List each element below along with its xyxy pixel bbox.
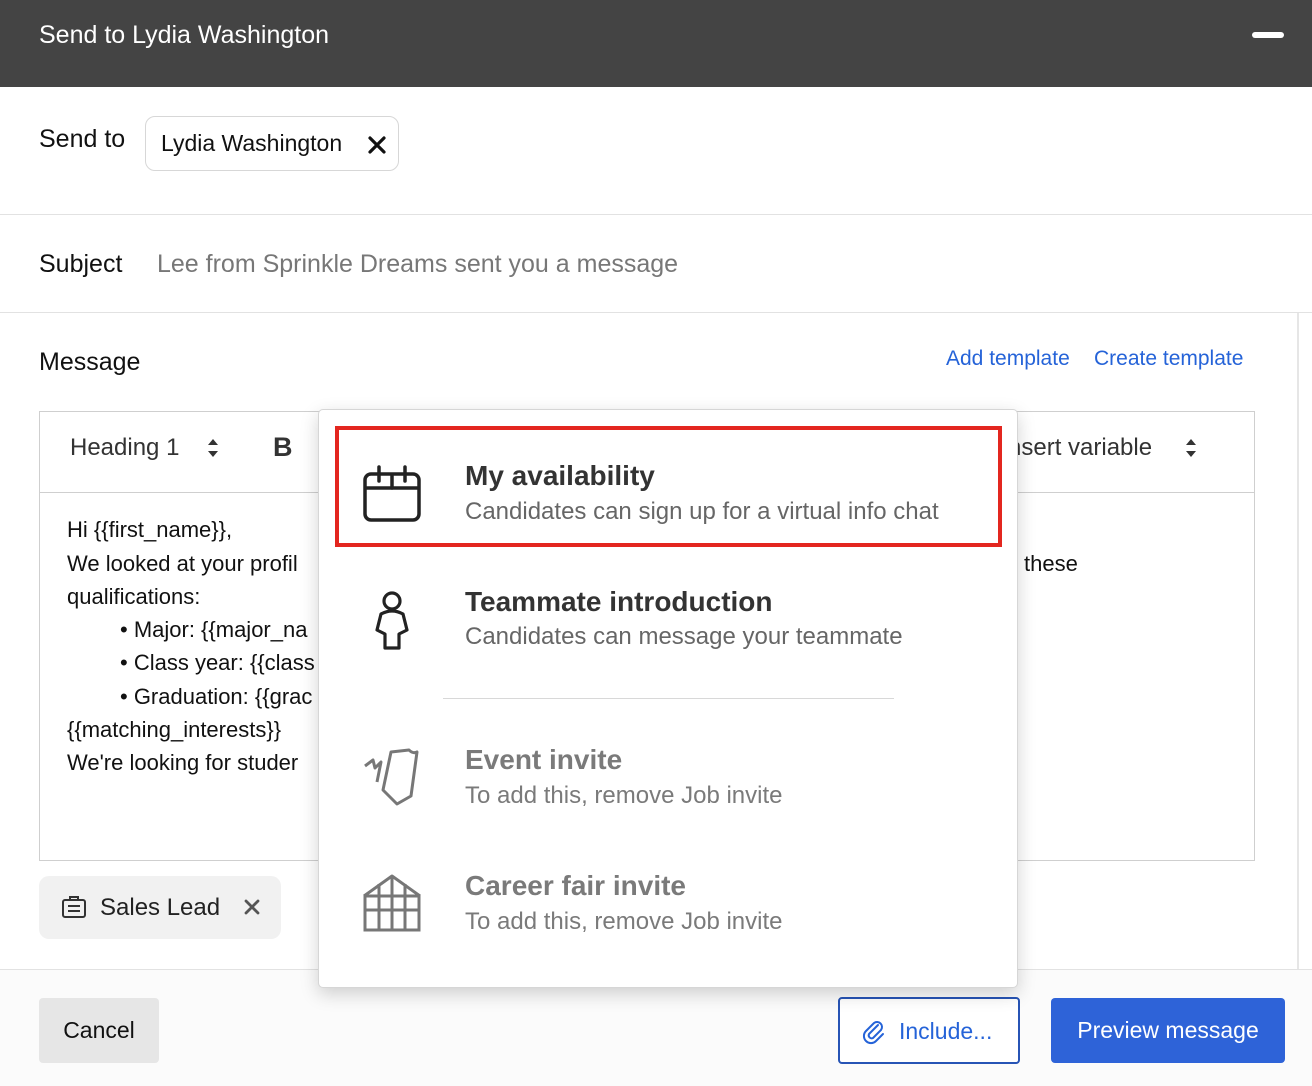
building-icon: [363, 874, 421, 932]
sort-arrows-icon[interactable]: [1184, 437, 1198, 459]
include-menu: My availability Candidates can sign up f…: [318, 409, 1018, 988]
add-template-link[interactable]: Add template: [946, 347, 1070, 371]
include-button-label: Include...: [899, 1018, 993, 1044]
paperclip-icon: [862, 1021, 884, 1045]
menu-divider: [443, 698, 894, 699]
job-tag-label: Sales Lead: [100, 894, 221, 921]
menu-item-subtitle: To add this, remove Job invite: [465, 908, 783, 935]
briefcase-icon: [62, 896, 86, 918]
person-icon: [375, 591, 409, 650]
job-tag: Sales Lead: [39, 876, 281, 939]
sort-arrows-icon[interactable]: [206, 437, 220, 459]
menu-item-title: Event invite: [465, 744, 623, 775]
subject-input[interactable]: Lee from Sprinkle Dreams sent you a mess…: [157, 250, 678, 279]
preview-message-button[interactable]: Preview message: [1051, 998, 1285, 1063]
recipient-name: Lydia Washington: [161, 130, 343, 156]
section-divider: [0, 312, 1312, 313]
tickets-icon: [364, 748, 419, 806]
send-to-label: Send to: [39, 125, 126, 153]
include-button[interactable]: Include...: [838, 997, 1020, 1064]
message-body-line: We're looking for studer: [67, 750, 299, 775]
create-template-link[interactable]: Create template: [1094, 347, 1243, 371]
menu-item-career-fair-invite[interactable]: Career fair invite To add this, remove J…: [319, 842, 1019, 962]
scrollbar[interactable]: [1297, 313, 1299, 969]
minimize-button[interactable]: [1252, 32, 1284, 38]
insert-variable-select[interactable]: nsert variable: [1008, 434, 1152, 462]
subject-label: Subject: [39, 250, 123, 278]
message-body-line: We looked at your profil: [67, 551, 298, 576]
remove-recipient-icon[interactable]: [366, 134, 388, 156]
message-bullet: • Major: {{major_na: [120, 617, 308, 642]
menu-item-event-invite[interactable]: Event invite To add this, remove Job inv…: [319, 716, 1019, 836]
message-bullet: • Graduation: {{grac: [120, 684, 313, 709]
message-body-line: qualifications:: [67, 584, 201, 609]
heading-select[interactable]: Heading 1: [70, 434, 179, 462]
menu-item-subtitle: Candidates can message your teammate: [465, 623, 903, 650]
section-divider: [0, 214, 1312, 215]
message-label: Message: [39, 348, 141, 376]
dialog-title: Send to Lydia Washington: [39, 21, 330, 49]
dialog-title-bar: Send to Lydia Washington: [0, 0, 1312, 87]
message-body-line: these: [1024, 551, 1078, 576]
menu-item-subtitle: To add this, remove Job invite: [465, 782, 783, 809]
recipient-chip: Lydia Washington: [145, 116, 399, 171]
remove-tag-icon[interactable]: [243, 898, 261, 916]
message-body-line: Hi {{first_name}},: [67, 517, 233, 542]
message-bullet: • Class year: {{class: [120, 650, 315, 675]
menu-item-teammate-introduction[interactable]: Teammate introduction Candidates can mes…: [319, 560, 1019, 680]
message-body-line: {{matching_interests}}: [67, 717, 282, 742]
menu-item-title: Teammate introduction: [465, 586, 773, 617]
bold-button[interactable]: B: [273, 432, 293, 463]
cancel-button[interactable]: Cancel: [39, 998, 159, 1063]
menu-item-title: Career fair invite: [465, 870, 686, 901]
highlight-outline: [335, 426, 1002, 547]
